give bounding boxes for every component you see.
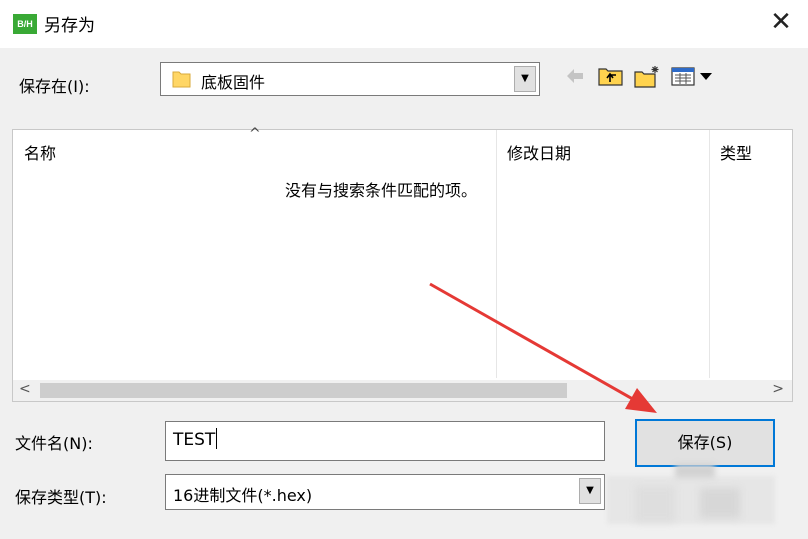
up-folder-icon[interactable] [597, 64, 625, 88]
sort-ascending-icon: ^ [249, 126, 261, 142]
empty-results-message: 没有与搜索条件匹配的项。 [285, 181, 478, 200]
column-header-type[interactable]: 类型 [720, 140, 752, 164]
text-caret [216, 428, 218, 449]
horizontal-scrollbar[interactable]: < > [13, 380, 792, 401]
column-divider[interactable] [709, 130, 710, 378]
save-in-value: 底板固件 [201, 73, 266, 92]
file-type-dropdown[interactable]: 16进制文件(*.hex) ▼ [165, 474, 605, 510]
file-type-label: 保存类型(T): [15, 488, 107, 507]
back-arrow-icon[interactable] [563, 64, 587, 88]
close-icon[interactable]: ✕ [768, 9, 794, 36]
save-button[interactable]: 保存(S) [635, 419, 775, 467]
blurred-region [700, 488, 740, 518]
file-list[interactable]: ^ 名称 修改日期 类型 没有与搜索条件匹配的项。 < > [12, 126, 793, 402]
app-icon: B/H [13, 14, 37, 34]
column-header-date[interactable]: 修改日期 [507, 140, 571, 164]
blurred-region [635, 486, 675, 522]
column-header-name[interactable]: 名称 [24, 140, 56, 164]
save-in-dropdown[interactable]: 底板固件 ▼ [160, 62, 540, 96]
view-menu-icon[interactable] [671, 64, 717, 88]
window-title: 另存为 [44, 16, 95, 36]
blurred-region [675, 464, 715, 478]
scroll-right-icon[interactable]: > [772, 381, 784, 397]
filename-value: TEST [173, 430, 216, 450]
scrollbar-thumb[interactable] [40, 383, 567, 398]
save-in-label: 保存在(I): [19, 77, 90, 96]
scroll-left-icon[interactable]: < [19, 381, 31, 397]
cancel-button[interactable] [607, 476, 775, 524]
chevron-down-icon[interactable]: ▼ [579, 478, 601, 504]
folder-icon [172, 71, 191, 88]
file-type-value: 16进制文件(*.hex) [173, 486, 313, 505]
filename-input[interactable]: TEST [165, 421, 605, 461]
chevron-down-icon[interactable]: ▼ [514, 66, 536, 92]
title-bar: B/H 另存为 ✕ [0, 0, 808, 48]
filename-label: 文件名(N): [15, 434, 93, 453]
new-folder-icon[interactable] [633, 64, 663, 90]
column-divider[interactable] [496, 130, 497, 378]
